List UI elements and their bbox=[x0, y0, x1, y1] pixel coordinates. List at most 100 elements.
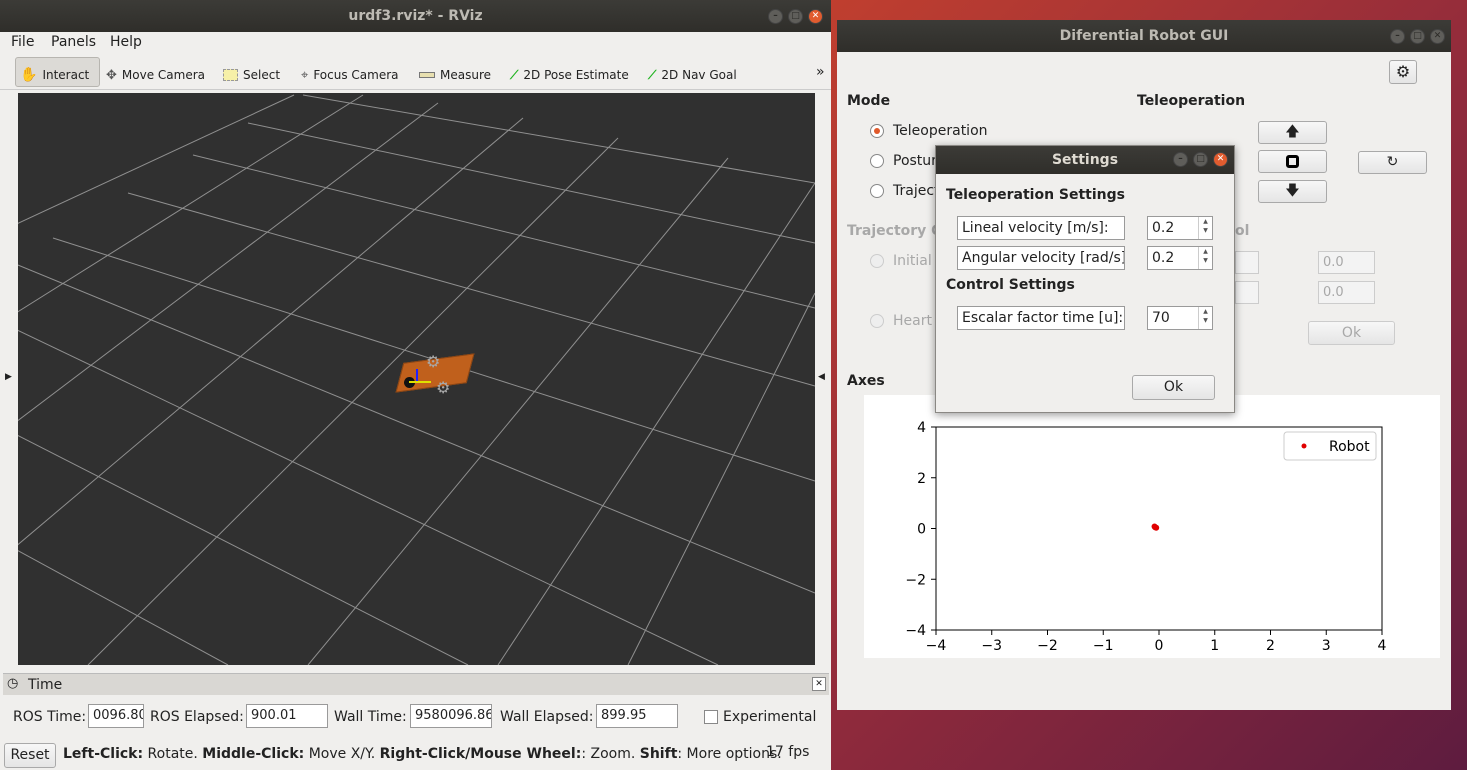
tool-interact[interactable]: ✋ Interact bbox=[20, 64, 89, 86]
axes-label: Axes bbox=[847, 373, 885, 389]
rviz-title: urdf3.rviz* - RViz bbox=[348, 8, 483, 24]
close-icon[interactable]: ✕ bbox=[1430, 29, 1445, 44]
x-tick-label: −3 bbox=[981, 638, 1002, 654]
spin-arrows-icon[interactable]: ▲ ▼ bbox=[1198, 307, 1212, 329]
angular-velocity-label: Angular velocity [rad/s]: bbox=[957, 246, 1125, 270]
radio-teleoperation[interactable] bbox=[870, 124, 884, 138]
tool-2d-pose-estimate[interactable]: ⟋ 2D Pose Estimate bbox=[510, 64, 629, 86]
settings-button[interactable]: ⚙ bbox=[1389, 60, 1417, 84]
tool-focus-camera[interactable]: ⌖ Focus Camera bbox=[301, 64, 399, 86]
focus-icon: ⌖ bbox=[301, 67, 309, 83]
time-panel-body: ROS Time: 0096.80 ROS Elapsed: 900.01 Wa… bbox=[0, 698, 831, 738]
hint-move: Move X/Y. bbox=[304, 746, 380, 762]
menu-panels[interactable]: Panels bbox=[51, 34, 96, 50]
legend-label: Robot bbox=[1329, 439, 1370, 455]
minimize-icon[interactable]: – bbox=[1390, 29, 1405, 44]
close-icon[interactable]: ✕ bbox=[808, 9, 823, 24]
3d-viewport[interactable]: ⚙ ⚙ bbox=[18, 93, 815, 665]
experimental-checkbox[interactable] bbox=[704, 710, 718, 724]
minimize-icon[interactable]: – bbox=[1173, 152, 1188, 167]
robot-data-point bbox=[1151, 523, 1158, 530]
radio-trajectory[interactable] bbox=[870, 184, 884, 198]
x-tick-label: 0 bbox=[1155, 638, 1164, 654]
hand-icon: ✋ bbox=[20, 67, 38, 83]
x-tick-label: 2 bbox=[1266, 638, 1275, 654]
time-panel-title: Time bbox=[28, 677, 63, 693]
reset-rotation-button[interactable]: ↻ bbox=[1358, 151, 1427, 174]
y-tick-label: −2 bbox=[905, 572, 926, 588]
angular-velocity-value: 0.2 bbox=[1152, 250, 1175, 266]
tool-measure[interactable]: Measure bbox=[419, 64, 491, 86]
scatter-plot: −4 −3 −2 −1 0 1 2 3 4 4 2 0 −2 −4 Robot bbox=[905, 420, 1387, 654]
green-arrow-icon: ⟋ bbox=[510, 67, 519, 82]
lineal-velocity-label: Lineal velocity [m/s]: bbox=[957, 216, 1125, 240]
settings-ok-button[interactable]: Ok bbox=[1132, 375, 1215, 400]
wall-time-field[interactable]: 9580096.86 bbox=[410, 704, 492, 728]
tool-select[interactable]: Select bbox=[223, 64, 280, 86]
wall-elapsed-field[interactable]: 899.95 bbox=[596, 704, 678, 728]
tool-select-label: Select bbox=[243, 68, 281, 82]
toolbar-overflow-icon[interactable]: » bbox=[816, 64, 825, 80]
y-tick-label: 0 bbox=[917, 522, 926, 538]
maximize-icon[interactable]: □ bbox=[788, 9, 803, 24]
left-dock-arrow-icon[interactable]: ▶ bbox=[5, 372, 12, 382]
spin-field-a: 0.0 bbox=[1318, 251, 1375, 274]
plot-canvas[interactable]: −4 −3 −2 −1 0 1 2 3 4 4 2 0 −2 −4 Robot bbox=[864, 395, 1440, 658]
minimize-icon[interactable]: – bbox=[768, 9, 783, 24]
x-tick-label: 4 bbox=[1378, 638, 1387, 654]
spin-arrows-icon[interactable]: ▲ ▼ bbox=[1198, 247, 1212, 269]
wheel-icon: ⚙ bbox=[426, 352, 441, 371]
ros-elapsed-field[interactable]: 900.01 bbox=[246, 704, 328, 728]
reset-button[interactable]: Reset bbox=[4, 743, 56, 768]
menu-help[interactable]: Help bbox=[110, 34, 142, 50]
lineal-velocity-spin[interactable]: 0.2 ▲ ▼ bbox=[1147, 216, 1213, 240]
radio-heart-label: Heart bbox=[893, 313, 932, 329]
angular-velocity-spin[interactable]: 0.2 ▲ ▼ bbox=[1147, 246, 1213, 270]
control-settings-heading: Control Settings bbox=[946, 277, 1075, 293]
backward-button[interactable]: 🡇 bbox=[1258, 180, 1327, 203]
settings-dialog: Settings – □ ✕ Teleoperation Settings Li… bbox=[935, 145, 1235, 413]
refresh-icon: ↻ bbox=[1386, 154, 1399, 170]
x-tick-label: 1 bbox=[1210, 638, 1219, 654]
menu-file[interactable]: File bbox=[11, 34, 34, 50]
close-icon[interactable]: ✕ bbox=[1213, 152, 1228, 167]
settings-titlebar[interactable]: Settings – □ ✕ bbox=[936, 146, 1234, 174]
escalar-factor-value: 70 bbox=[1152, 310, 1170, 326]
radio-posture[interactable] bbox=[870, 154, 884, 168]
stop-button[interactable] bbox=[1258, 150, 1327, 173]
wall-time-label: Wall Time: bbox=[334, 709, 407, 725]
ros-time-field[interactable]: 0096.80 bbox=[88, 704, 144, 728]
hint-rotate: Rotate. bbox=[143, 746, 203, 762]
x-tick-label: −1 bbox=[1093, 638, 1114, 654]
move-icon: ✥ bbox=[106, 67, 117, 83]
green-arrow-icon: ⟋ bbox=[648, 67, 657, 82]
x-tick-label: 3 bbox=[1322, 638, 1331, 654]
rviz-titlebar[interactable]: urdf3.rviz* - RViz – □ ✕ bbox=[0, 0, 831, 32]
radio-teleoperation-label: Teleoperation bbox=[893, 123, 988, 139]
spin-arrows-icon[interactable]: ▲ ▼ bbox=[1198, 217, 1212, 239]
wheel-icon: ⚙ bbox=[436, 378, 451, 397]
y-tick-label: −4 bbox=[905, 623, 926, 639]
ros-elapsed-label: ROS Elapsed: bbox=[150, 709, 244, 725]
axis-z-marker bbox=[416, 369, 418, 381]
right-dock-arrow-icon[interactable]: ◀ bbox=[818, 372, 825, 382]
radio-posture-label: Postur bbox=[893, 153, 937, 169]
y-tick-label: 4 bbox=[917, 420, 926, 436]
escalar-factor-spin[interactable]: 70 ▲ ▼ bbox=[1147, 306, 1213, 330]
tool-move-camera[interactable]: ✥ Move Camera bbox=[106, 64, 205, 86]
forward-button[interactable]: 🡅 bbox=[1258, 121, 1327, 144]
robot-gui-titlebar[interactable]: Diferential Robot GUI – □ ✕ bbox=[837, 20, 1451, 52]
hint-shift: Shift bbox=[639, 746, 678, 762]
status-hint: Left-Click: Rotate. Middle-Click: Move X… bbox=[63, 746, 782, 762]
maximize-icon[interactable]: □ bbox=[1193, 152, 1208, 167]
disabled-field-2 bbox=[1235, 281, 1259, 304]
time-panel-close-icon[interactable]: ✕ bbox=[812, 677, 826, 691]
maximize-icon[interactable]: □ bbox=[1410, 29, 1425, 44]
disabled-field-1 bbox=[1235, 251, 1259, 274]
hint-left-click: Left-Click: bbox=[63, 746, 144, 762]
tool-measure-label: Measure bbox=[440, 68, 491, 82]
tool-2d-nav-goal[interactable]: ⟋ 2D Nav Goal bbox=[648, 64, 737, 86]
x-tick-label: −2 bbox=[1037, 638, 1058, 654]
hint-middle-click: Middle-Click: bbox=[202, 746, 305, 762]
ok-disabled-button: Ok bbox=[1308, 321, 1395, 345]
